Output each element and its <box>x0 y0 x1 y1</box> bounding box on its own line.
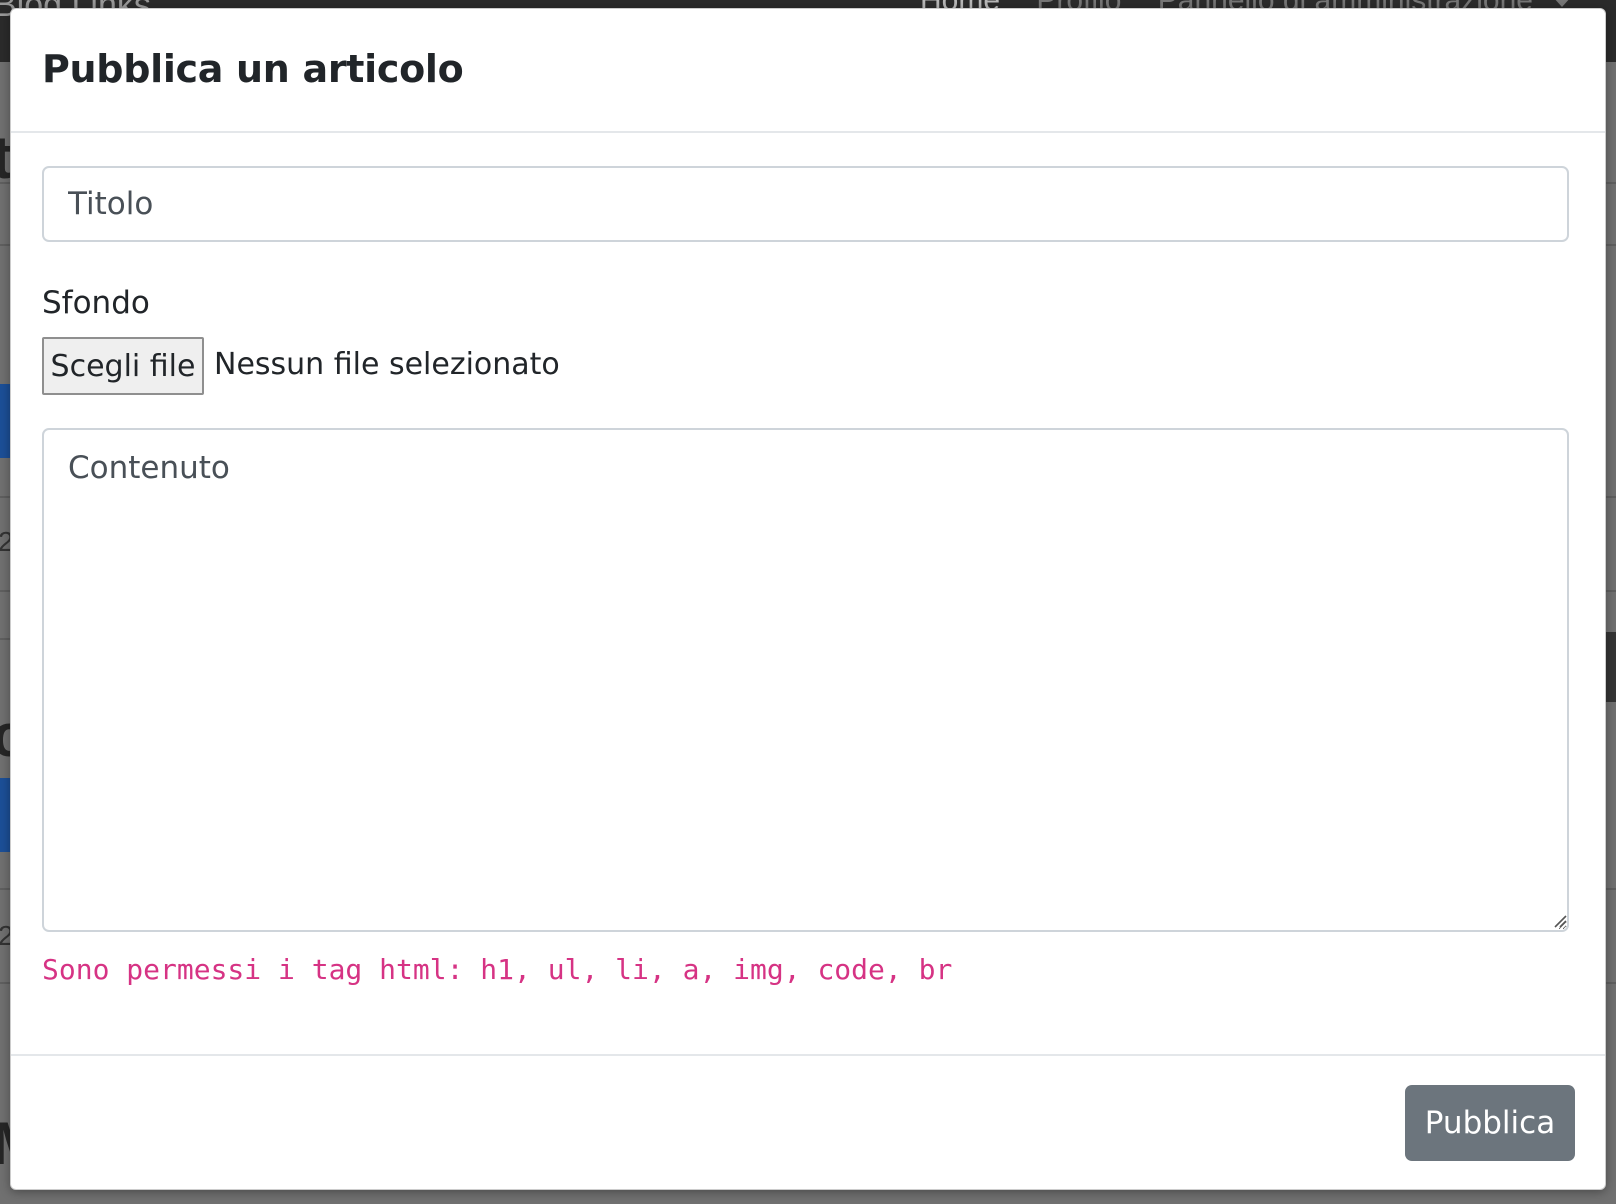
publish-button[interactable]: Pubblica <box>1405 1085 1575 1161</box>
modal-footer-divider <box>11 1054 1605 1056</box>
content-textarea[interactable] <box>42 428 1569 932</box>
file-status-text: Nessun file selezionato <box>214 347 560 382</box>
modal-header: Pubblica un articolo <box>11 9 1605 133</box>
modal-title: Pubblica un articolo <box>42 47 464 91</box>
title-input[interactable] <box>42 166 1569 242</box>
publish-article-modal: Pubblica un articolo Sfondo Scegli file … <box>10 8 1606 1190</box>
choose-file-button[interactable]: Scegli file <box>42 337 204 395</box>
chevron-down-icon <box>1553 0 1572 8</box>
background-label: Sfondo <box>42 285 150 321</box>
textarea-resize-icon[interactable] <box>1551 912 1567 928</box>
allowed-tags-hint: Sono permessi i tag html: h1, ul, li, a,… <box>42 953 953 986</box>
